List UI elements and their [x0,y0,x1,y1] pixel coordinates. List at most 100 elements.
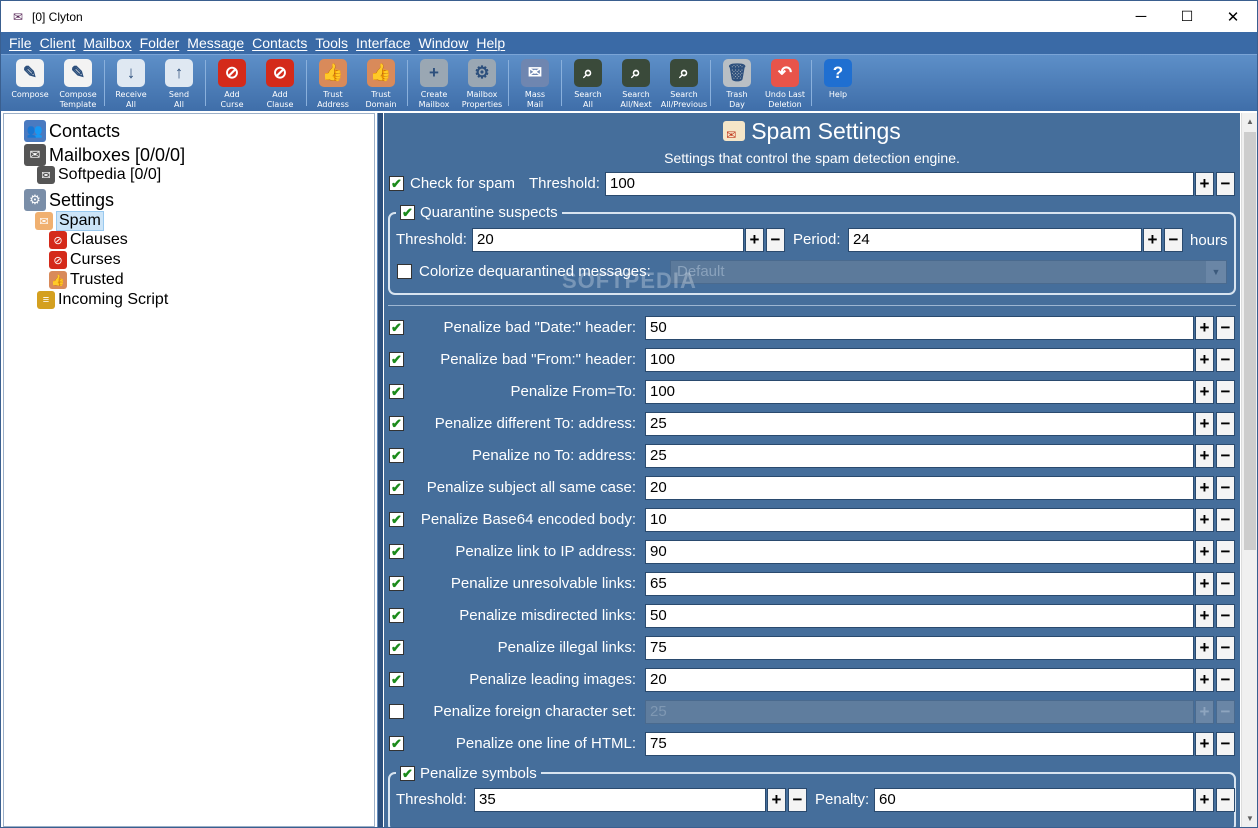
penalty-checkbox[interactable]: ✔ [389,384,404,399]
check-spam-checkbox[interactable]: ✔ [389,176,404,191]
toolbar-button-trust-address[interactable]: 👍 Trust Address [309,55,357,111]
symbols-threshold-increment[interactable]: + [767,788,786,812]
menu-folder[interactable]: Folder [138,35,182,51]
quarantine-threshold-field[interactable]: 20 [472,228,744,252]
penalty-increment[interactable]: + [1195,508,1214,532]
symbols-penalty-increment[interactable]: + [1195,788,1214,812]
toolbar-button-trash[interactable]: 🗑 Trash Day [713,55,761,111]
penalty-decrement[interactable]: − [1216,412,1235,436]
toolbar-button-search-next[interactable]: ⌕ Search All/Next [612,55,660,111]
menu-tools[interactable]: Tools [313,35,350,51]
symbols-threshold-decrement[interactable]: − [788,788,807,812]
toolbar-button-trust-domain[interactable]: 👍 Trust Domain [357,55,405,111]
penalty-value-field[interactable]: 75 [645,636,1194,660]
pane-splitter[interactable] [377,113,383,827]
penalty-value-field[interactable]: 100 [645,348,1194,372]
penalty-increment[interactable]: + [1195,444,1214,468]
menu-client[interactable]: Client [38,35,78,51]
penalty-checkbox[interactable]: ✔ [389,736,404,751]
menu-file[interactable]: File [7,35,34,51]
penalty-checkbox[interactable]: ✔ [389,512,404,527]
menu-contacts[interactable]: Contacts [250,35,309,51]
penalty-decrement[interactable]: − [1216,700,1235,724]
penalty-checkbox[interactable]: ✔ [389,544,404,559]
penalty-checkbox[interactable]: ✔ [389,320,404,335]
toolbar-button-mass-mail[interactable]: ✉ Mass Mail [511,55,559,111]
menu-window[interactable]: Window [417,35,471,51]
penalty-value-field[interactable]: 20 [645,668,1194,692]
vertical-scrollbar[interactable]: ▲ ▼ [1241,113,1257,827]
spam-threshold-field[interactable]: 100 [605,172,1194,196]
quarantine-threshold-increment[interactable]: + [745,228,764,252]
scroll-up-icon[interactable]: ▲ [1242,113,1257,130]
penalty-checkbox[interactable]: ✔ [389,352,404,367]
penalty-increment[interactable]: + [1195,636,1214,660]
toolbar-button-create-mailbox[interactable]: + Create Mailbox [410,55,458,111]
penalty-increment[interactable]: + [1195,668,1214,692]
toolbar-button-mailbox-properties[interactable]: ⚙ Mailbox Properties [458,55,506,111]
penalty-increment[interactable]: + [1195,412,1214,436]
minimize-button[interactable]: ─ [1118,1,1164,32]
penalty-decrement[interactable]: − [1216,508,1235,532]
penalty-value-field[interactable]: 50 [645,316,1194,340]
toolbar-button-send-all[interactable]: ↑ Send All [155,55,203,111]
title-bar[interactable]: ✉ [0] Clyton ─ ☐ ✕ [1,1,1257,32]
toolbar-button-help[interactable]: ? Help [814,55,862,111]
spam-threshold-decrement[interactable]: − [1216,172,1235,196]
penalty-value-field[interactable]: 25 [645,700,1194,724]
menu-message[interactable]: Message [185,35,246,51]
tree-item-curses[interactable]: ⊘ Curses [49,251,121,269]
tree-item-softpedia[interactable]: ✉ Softpedia [0/0] [37,166,161,184]
penalty-checkbox[interactable]: ✔ [389,448,404,463]
tree-item-spam[interactable]: ✉ Spam [35,211,104,231]
penalty-value-field[interactable]: 75 [645,732,1194,756]
period-decrement[interactable]: − [1164,228,1183,252]
period-field[interactable]: 24 [848,228,1142,252]
toolbar-button-compose[interactable]: ✎ Compose [6,55,54,111]
penalty-increment[interactable]: + [1195,700,1214,724]
quarantine-threshold-decrement[interactable]: − [766,228,785,252]
tree-item-mailboxes[interactable]: ✉ Mailboxes [0/0/0] [24,144,185,166]
menu-interface[interactable]: Interface [354,35,412,51]
penalty-value-field[interactable]: 90 [645,540,1194,564]
colorize-select[interactable]: Default ▼ [670,260,1227,284]
maximize-button[interactable]: ☐ [1164,1,1210,32]
toolbar-button-search-all[interactable]: ⌕ Search All [564,55,612,111]
penalty-value-field[interactable]: 10 [645,508,1194,532]
toolbar-button-add-curse[interactable]: ⊘ Add Curse [208,55,256,111]
penalty-checkbox[interactable]: ✔ [389,416,404,431]
penalty-decrement[interactable]: − [1216,732,1235,756]
penalty-decrement[interactable]: − [1216,444,1235,468]
penalty-increment[interactable]: + [1195,604,1214,628]
penalty-value-field[interactable]: 25 [645,444,1194,468]
penalty-value-field[interactable]: 65 [645,572,1194,596]
menu-help[interactable]: Help [474,35,507,51]
penalty-checkbox[interactable]: ✔ [389,576,404,591]
penalty-increment[interactable]: + [1195,572,1214,596]
penalty-value-field[interactable]: 25 [645,412,1194,436]
penalty-decrement[interactable]: − [1216,316,1235,340]
penalty-increment[interactable]: + [1195,540,1214,564]
toolbar-button-undo-deletion[interactable]: ↶ Undo Last Deletion [761,55,809,111]
spam-threshold-increment[interactable]: + [1195,172,1214,196]
penalty-decrement[interactable]: − [1216,540,1235,564]
chevron-down-icon[interactable]: ▼ [1206,261,1226,283]
penalty-checkbox[interactable]: ✔ [389,640,404,655]
penalty-decrement[interactable]: − [1216,476,1235,500]
symbols-penalty-field[interactable]: 60 [874,788,1194,812]
menu-mailbox[interactable]: Mailbox [81,35,133,51]
penalty-value-field[interactable]: 50 [645,604,1194,628]
close-button[interactable]: ✕ [1210,1,1256,32]
penalty-decrement[interactable]: − [1216,636,1235,660]
tree-item-incoming[interactable]: ≡ Incoming Script [37,291,168,309]
penalty-checkbox[interactable]: ✔ [389,608,404,623]
tree-item-trusted[interactable]: 👍 Trusted [49,271,124,289]
penalty-increment[interactable]: + [1195,476,1214,500]
tree-item-clauses[interactable]: ⊘ Clauses [49,231,128,249]
navigation-tree[interactable]: 👥 Contacts ✉ Mailboxes [0/0/0] ✉ Softpedia [0… [3,113,375,827]
period-increment[interactable]: + [1143,228,1162,252]
symbols-threshold-field[interactable]: 35 [474,788,766,812]
colorize-checkbox[interactable] [397,264,412,279]
penalty-increment[interactable]: + [1195,348,1214,372]
penalty-decrement[interactable]: − [1216,604,1235,628]
